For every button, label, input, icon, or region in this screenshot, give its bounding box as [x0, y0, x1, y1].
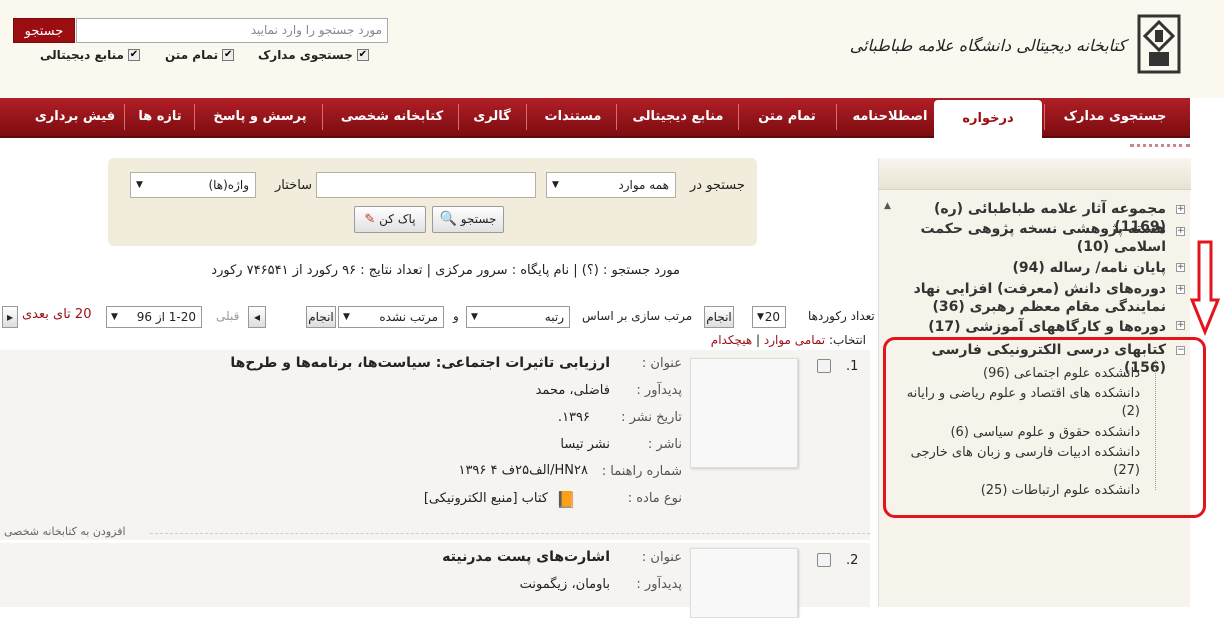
- nav-personal-library[interactable]: کتابخانه شخصی: [330, 98, 454, 136]
- records-count-label: تعداد رکوردها: [808, 309, 875, 323]
- search-in-select[interactable]: همه موارد: [546, 172, 676, 198]
- nav-new-items[interactable]: تازه ها: [130, 98, 190, 136]
- nav-digital-resources[interactable]: منابع دیجیتالی: [622, 98, 734, 136]
- result-checkbox[interactable]: [817, 553, 831, 567]
- results-controls: تعداد رکوردها 20 انجام مرتب سازی بر اساس…: [0, 302, 875, 332]
- clear-label: پاک کن: [379, 212, 416, 226]
- expand-icon[interactable]: +: [1176, 263, 1185, 272]
- result-date: ۱۳۹۶.: [557, 410, 590, 425]
- check-fulltext-label: تمام متن: [165, 48, 219, 62]
- field-label-title: عنوان :: [641, 356, 682, 371]
- field-label-author: پدیدآور :: [636, 383, 682, 398]
- nav-fulltext[interactable]: تمام متن: [744, 98, 830, 136]
- selection-line: انتخاب: تمامی موارد | هیچکدام: [710, 333, 866, 347]
- expand-icon[interactable]: +: [1176, 227, 1185, 236]
- result-number: 2.: [846, 553, 859, 568]
- page-range-select[interactable]: 1-20 از 96: [106, 306, 202, 328]
- result-checkbox[interactable]: [817, 359, 831, 373]
- check-fulltext[interactable]: ✔ تمام متن: [165, 47, 235, 63]
- next-link[interactable]: 20 تای بعدی: [22, 307, 91, 322]
- nav-gallery[interactable]: گالری: [462, 98, 522, 136]
- order-select[interactable]: مرتب نشده: [338, 306, 444, 328]
- search-input[interactable]: مورد جستجو را وارد نمایید: [76, 18, 388, 43]
- term-select[interactable]: واژه(ها): [130, 172, 256, 198]
- tree-node-workshops[interactable]: دوره‌ها و کارگاههای آموزشی (17): [900, 318, 1166, 336]
- result-title[interactable]: اشارت‌های پست مدرنیته: [300, 549, 610, 565]
- result-author[interactable]: فاضلی، محمد: [300, 383, 610, 398]
- nav-browse-active[interactable]: درخواره: [934, 100, 1042, 140]
- structure-label: ساختار: [275, 178, 313, 193]
- query-search-button[interactable]: جستجو 🔍: [432, 206, 504, 233]
- logo-text: کتابخانه دیجیتالی دانشگاه علامه طباطبائی: [849, 36, 1126, 55]
- records-apply-button[interactable]: انجام: [704, 306, 734, 328]
- eraser-icon: ✎: [364, 212, 376, 227]
- prev-link[interactable]: قبلی: [216, 309, 239, 323]
- result-divider: [150, 533, 870, 534]
- book-icon: 📙: [556, 490, 576, 509]
- sort-select[interactable]: رتبه: [466, 306, 570, 328]
- nav-documentation[interactable]: مستندات: [532, 98, 614, 136]
- result-type: کتاب [منبع الکترونیکی]: [423, 491, 548, 506]
- field-label-author: پدیدآور :: [636, 577, 682, 592]
- tree-node-knowledge-courses[interactable]: دوره‌های دانش (معرفت) افزایی نهاد نمایند…: [900, 280, 1166, 316]
- result-author[interactable]: باومان، زیگمونت: [300, 577, 610, 592]
- highlight-box: [883, 337, 1206, 518]
- check-documents-label: جستجوی مدارک: [258, 48, 353, 62]
- clear-button[interactable]: پاک کن ✎: [354, 206, 426, 233]
- result-number: 1.: [846, 359, 859, 374]
- field-label-title: عنوان :: [641, 550, 682, 565]
- result-callnumber: HN۲۸/الف۲۵ف ۴ ۱۳۹۶: [458, 463, 588, 478]
- result-publisher: نشر تیسا: [560, 437, 610, 452]
- expand-icon[interactable]: +: [1176, 321, 1185, 330]
- nav-thesaurus[interactable]: اصطلاحنامه: [850, 98, 930, 136]
- check-documents[interactable]: ✔ جستجوی مدارک: [258, 47, 369, 63]
- expand-icon[interactable]: +: [1176, 285, 1185, 294]
- tree-node-theses[interactable]: پایان نامه/ رساله (94): [900, 259, 1166, 277]
- result-thumbnail[interactable]: [690, 548, 798, 618]
- select-all-link[interactable]: تمامی موارد: [764, 333, 825, 347]
- checkbox-digital-resources[interactable]: ✔: [127, 49, 140, 61]
- prev-arrow-icon[interactable]: ◂: [248, 306, 266, 328]
- site-logo[interactable]: کتابخانه دیجیتالی دانشگاه علامه طباطبائی: [850, 14, 1182, 84]
- nav-notes[interactable]: فیش برداری: [30, 98, 120, 136]
- search-in-label: جستجو در: [690, 178, 745, 193]
- nav-qa[interactable]: پرسش و پاسخ: [204, 98, 316, 136]
- checkbox-fulltext[interactable]: ✔: [222, 49, 235, 61]
- university-emblem-icon: [1137, 14, 1181, 74]
- result-thumbnail[interactable]: [690, 358, 798, 468]
- field-label-publisher: ناشر :: [647, 437, 682, 452]
- result-title[interactable]: ارزیابی تاثیرات اجتماعی: سیاست‌ها، برنام…: [200, 355, 610, 371]
- expand-icon[interactable]: +: [1176, 205, 1185, 214]
- collapse-arrow-icon[interactable]: ▲: [884, 201, 891, 211]
- field-label-type: نوع ماده :: [627, 491, 682, 506]
- and-label: و: [453, 309, 459, 323]
- search-button[interactable]: جستجو: [13, 18, 75, 43]
- query-search-label: جستجو: [460, 212, 497, 226]
- check-digital-resources[interactable]: ✔ منابع دیجیتالی: [40, 47, 140, 63]
- select-none-link[interactable]: هیچکدام: [711, 333, 752, 347]
- field-label-date: تاریخ نشر :: [621, 410, 682, 425]
- query-input[interactable]: [316, 172, 536, 198]
- status-line: مورد جستجو : (؟) | نام پایگاه : سرور مرک…: [211, 263, 680, 278]
- sidebar-header: [879, 158, 1191, 190]
- magnifier-icon: 🔍: [439, 211, 457, 227]
- sort-label: مرتب سازی بر اساس: [582, 309, 693, 323]
- field-label-callnumber: شماره راهنما :: [601, 464, 682, 479]
- check-digital-label: منابع دیجیتالی: [40, 48, 124, 62]
- next-arrow-icon[interactable]: ▸: [2, 306, 18, 328]
- order-apply-button[interactable]: انجام: [306, 306, 336, 328]
- checkbox-documents[interactable]: ✔: [356, 49, 369, 61]
- decorative-dots: [1130, 144, 1190, 148]
- select-label: انتخاب:: [828, 333, 866, 347]
- tree-node-research-core[interactable]: هسته پژوهشی نسخه پژوهی حکمت اسلامی (10): [900, 220, 1167, 256]
- nav-document-search[interactable]: جستجوی مدارک: [1052, 98, 1178, 136]
- records-count-select[interactable]: 20: [752, 306, 786, 328]
- add-to-library-link[interactable]: افزودن به کتابخانه شخصی: [4, 525, 126, 538]
- down-arrow-icon: [1190, 240, 1220, 336]
